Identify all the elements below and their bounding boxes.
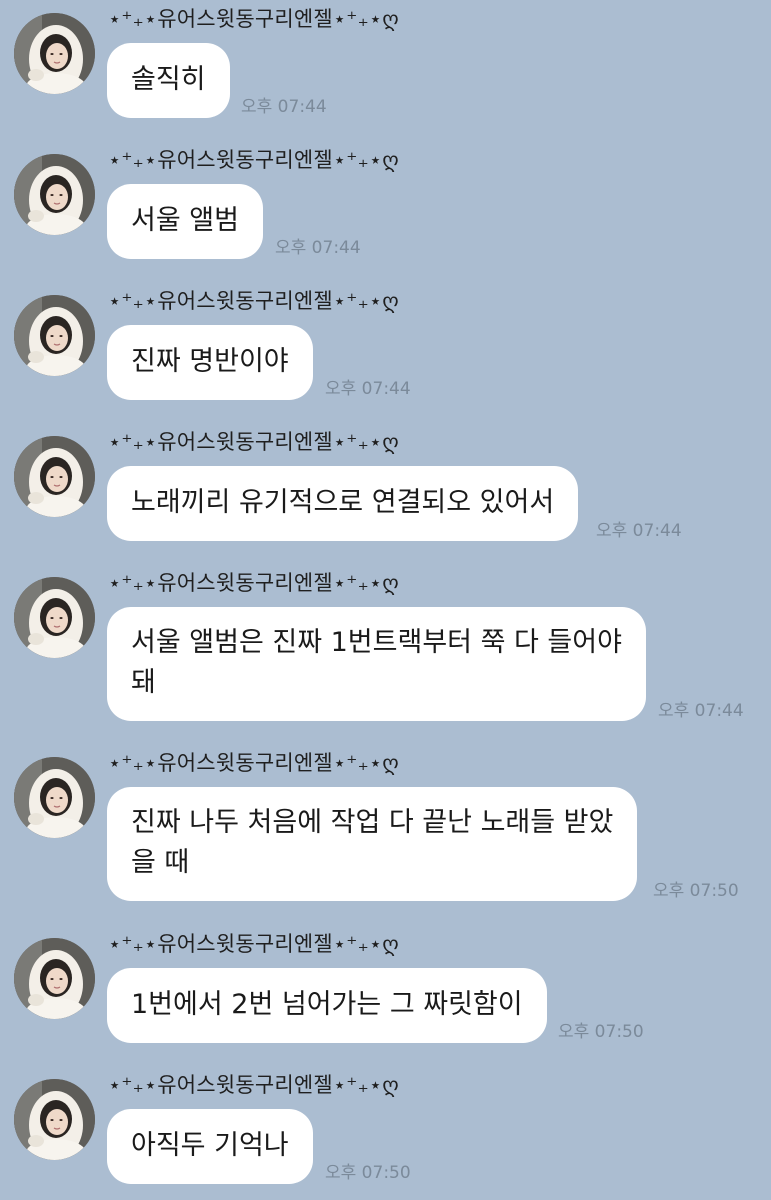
message-bubble[interactable]: 아직두 기억나 bbox=[107, 1109, 313, 1184]
message-time: 오후 07:44 bbox=[658, 701, 744, 721]
chat-room[interactable]: ⋆⁺₊⋆유어스윗동구리엔젤⋆⁺₊⋆ღ 솔직히 오후 07:44 ⋆⁺₊⋆유어스윗… bbox=[0, 0, 771, 1200]
avatar[interactable] bbox=[14, 938, 95, 1019]
message-bubble[interactable]: 진짜 나두 처음에 작업 다 끝난 노래들 받았 을 때 bbox=[107, 787, 638, 901]
avatar[interactable] bbox=[14, 13, 95, 94]
avatar[interactable] bbox=[14, 1079, 95, 1160]
message-bubble[interactable]: 노래끼리 유기적으로 연결되오 있어서 bbox=[107, 466, 579, 541]
sender-name: ⋆⁺₊⋆유어스윗동구리엔젤⋆⁺₊⋆ღ bbox=[108, 571, 399, 595]
message-bubble[interactable]: 서울 앨범은 진짜 1번트랙부터 쭉 다 들어야 돼 bbox=[107, 607, 646, 721]
message-line: 진짜 나두 처음에 작업 다 끝난 노래들 받았 bbox=[131, 807, 614, 838]
avatar[interactable] bbox=[14, 154, 95, 235]
sender-name: ⋆⁺₊⋆유어스윗동구리엔젤⋆⁺₊⋆ღ bbox=[108, 7, 399, 31]
message-line: 을 때 bbox=[131, 847, 190, 878]
message-bubble[interactable]: 진짜 명반이야 bbox=[107, 325, 313, 400]
avatar[interactable] bbox=[14, 295, 95, 376]
message-time: 오후 07:50 bbox=[558, 1022, 644, 1042]
sender-name: ⋆⁺₊⋆유어스윗동구리엔젤⋆⁺₊⋆ღ bbox=[108, 430, 399, 454]
message-time: 오후 07:44 bbox=[596, 521, 682, 541]
message-time: 오후 07:44 bbox=[275, 238, 361, 258]
avatar[interactable] bbox=[14, 757, 95, 838]
avatar[interactable] bbox=[14, 436, 95, 517]
message-time: 오후 07:44 bbox=[325, 379, 411, 399]
message-line: 서울 앨범은 진짜 1번트랙부터 쭉 다 들어야 bbox=[131, 627, 622, 658]
sender-name: ⋆⁺₊⋆유어스윗동구리엔젤⋆⁺₊⋆ღ bbox=[108, 932, 399, 956]
message-bubble[interactable]: 1번에서 2번 넘어가는 그 짜릿함이 bbox=[107, 968, 547, 1043]
sender-name: ⋆⁺₊⋆유어스윗동구리엔젤⋆⁺₊⋆ღ bbox=[108, 289, 399, 313]
message-time: 오후 07:44 bbox=[241, 97, 327, 117]
message-time: 오후 07:50 bbox=[325, 1163, 411, 1183]
message-bubble[interactable]: 서울 앨범 bbox=[107, 184, 263, 259]
sender-name: ⋆⁺₊⋆유어스윗동구리엔젤⋆⁺₊⋆ღ bbox=[108, 751, 399, 775]
message-bubble[interactable]: 솔직히 bbox=[107, 43, 230, 118]
message-line: 돼 bbox=[131, 667, 156, 698]
sender-name: ⋆⁺₊⋆유어스윗동구리엔젤⋆⁺₊⋆ღ bbox=[108, 1073, 399, 1097]
message-time: 오후 07:50 bbox=[653, 881, 739, 901]
avatar[interactable] bbox=[14, 577, 95, 658]
sender-name: ⋆⁺₊⋆유어스윗동구리엔젤⋆⁺₊⋆ღ bbox=[108, 148, 399, 172]
